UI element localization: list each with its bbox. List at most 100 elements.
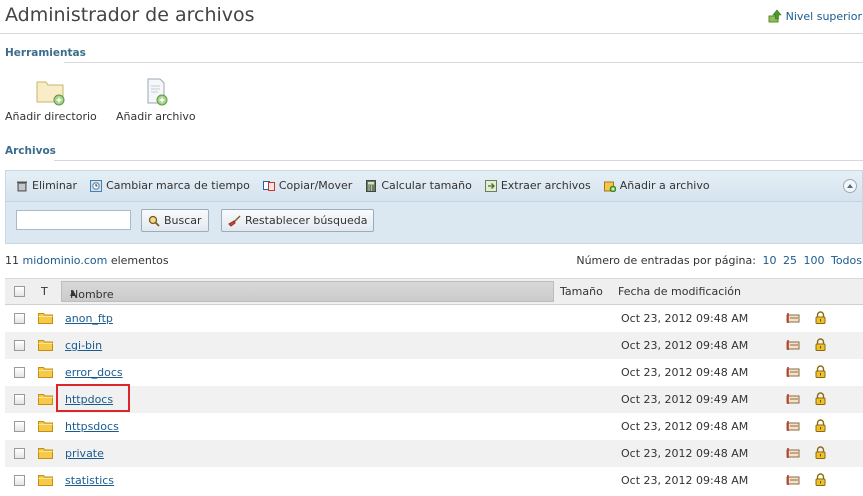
divider [64,62,863,63]
add-file-button[interactable]: Añadir archivo [116,78,196,123]
select-all-checkbox[interactable] [14,286,25,297]
size-column-header[interactable]: Tamaño [560,285,603,298]
entries-per-page: Número de entradas por página: 10 25 100… [576,254,862,267]
permissions-icon[interactable] [786,366,802,381]
permissions-icon[interactable] [786,393,802,408]
copy-move-label: Copiar/Mover [278,179,353,192]
modified-date: Oct 23, 2012 09:49 AM [621,393,749,406]
row-checkbox[interactable] [14,340,25,351]
folder-icon [38,366,53,381]
table-header: T Nombre ▲ Tamaño Fecha de modificación [5,278,863,305]
add-file-icon [147,78,168,106]
file-name-link[interactable]: anon_ftp [65,312,113,325]
copy-move-button[interactable]: Copiar/Mover [262,179,353,192]
per-page-25[interactable]: 25 [783,254,797,267]
add-to-archive-button[interactable]: Añadir a archivo [603,179,710,192]
modified-date: Oct 23, 2012 09:48 AM [621,447,749,460]
change-timestamp-label: Cambiar marca de tiempo [106,179,250,192]
highlight-box [56,384,130,412]
permissions-icon[interactable] [786,474,802,489]
permissions-icon[interactable] [786,420,802,435]
items-count: 11 midominio.com elementos [5,254,169,267]
items-suffix: elementos [110,254,169,267]
folder-icon [38,312,53,327]
modified-date: Oct 23, 2012 09:48 AM [621,420,749,433]
delete-label: Eliminar [32,179,78,192]
reset-search-button[interactable]: Restablecer búsqueda [221,209,375,232]
file-name-link[interactable]: private [65,447,104,460]
change-timestamp-button[interactable]: Cambiar marca de tiempo [90,179,250,192]
file-name-link[interactable]: httpsdocs [65,420,119,433]
divider [54,160,863,161]
timestamp-icon [90,179,103,192]
calculate-size-button[interactable]: Calcular tamaño [365,179,472,192]
name-column-header[interactable]: Nombre ▲ [61,281,554,302]
folder-icon [38,339,53,354]
row-checkbox[interactable] [14,394,25,405]
magnifier-icon [148,215,160,227]
folder-icon [38,420,53,435]
table-row: cgi-bin Oct 23, 2012 09:48 AM [5,332,863,359]
modified-date: Oct 23, 2012 09:48 AM [621,339,749,352]
up-level-link[interactable]: Nivel superior [768,9,862,23]
search-button[interactable]: Buscar [141,209,209,232]
row-checkbox[interactable] [14,313,25,324]
table-row: httpsdocs Oct 23, 2012 09:48 AM [5,413,863,440]
extract-files-label: Extraer archivos [500,179,591,192]
search-button-label: Buscar [164,214,202,227]
permissions-icon[interactable] [786,312,802,327]
add-directory-button[interactable]: Añadir directorio [5,78,97,123]
reset-search-label: Restablecer búsqueda [245,214,368,227]
archive-icon [603,181,616,192]
files-section-title: Archivos [5,145,56,157]
actions-bar: Eliminar Cambiar marca de tiempo Copiar/… [6,171,862,202]
broom-icon [228,214,241,227]
lock-icon[interactable] [815,473,826,489]
row-checkbox[interactable] [14,421,25,432]
tools-section-title: Herramientas [5,47,86,59]
modified-date: Oct 23, 2012 09:48 AM [621,366,749,379]
page-title: Administrador de archivos [5,4,255,26]
per-page-100[interactable]: 100 [803,254,824,267]
permissions-icon[interactable] [786,339,802,354]
extract-files-button[interactable]: Extraer archivos [484,179,591,192]
folder-icon [38,447,53,462]
lock-icon[interactable] [815,311,826,327]
folder-icon [38,393,53,408]
calculator-icon [366,179,377,192]
table-row: httpdocs Oct 23, 2012 09:49 AM [5,386,863,413]
row-checkbox[interactable] [14,448,25,459]
up-arrow-icon [768,9,782,23]
add-folder-icon [36,81,65,106]
calculate-size-label: Calcular tamaño [381,179,472,192]
row-checkbox[interactable] [14,475,25,486]
row-checkbox[interactable] [14,367,25,378]
modified-date: Oct 23, 2012 09:48 AM [621,474,749,487]
add-file-label: Añadir archivo [116,110,196,123]
per-page-10[interactable]: 10 [762,254,776,267]
file-name-link[interactable]: cgi-bin [65,339,102,352]
domain-link[interactable]: midominio.com [23,254,108,267]
trash-icon [17,181,27,191]
items-number: 11 [5,254,19,267]
collapse-toolbar-icon[interactable] [843,179,857,193]
divider [0,33,863,34]
type-column-header[interactable]: T [41,285,48,298]
file-name-link[interactable]: error_docs [65,366,123,379]
search-input[interactable] [16,210,131,230]
modified-date: Oct 23, 2012 09:48 AM [621,312,749,325]
lock-icon[interactable] [815,365,826,381]
extract-icon [484,179,497,192]
delete-button[interactable]: Eliminar [16,179,77,192]
lock-icon[interactable] [815,419,826,435]
sort-ascending-icon: ▲ [70,288,77,297]
per-page-all[interactable]: Todos [831,254,862,267]
modified-column-header[interactable]: Fecha de modificación [618,285,741,298]
lock-icon[interactable] [815,446,826,462]
table-row: statistics Oct 23, 2012 09:48 AM [5,467,863,494]
table-row: anon_ftp Oct 23, 2012 09:48 AM [5,305,863,332]
lock-icon[interactable] [815,338,826,354]
permissions-icon[interactable] [786,447,802,462]
lock-icon[interactable] [815,392,826,408]
file-name-link[interactable]: statistics [65,474,114,487]
